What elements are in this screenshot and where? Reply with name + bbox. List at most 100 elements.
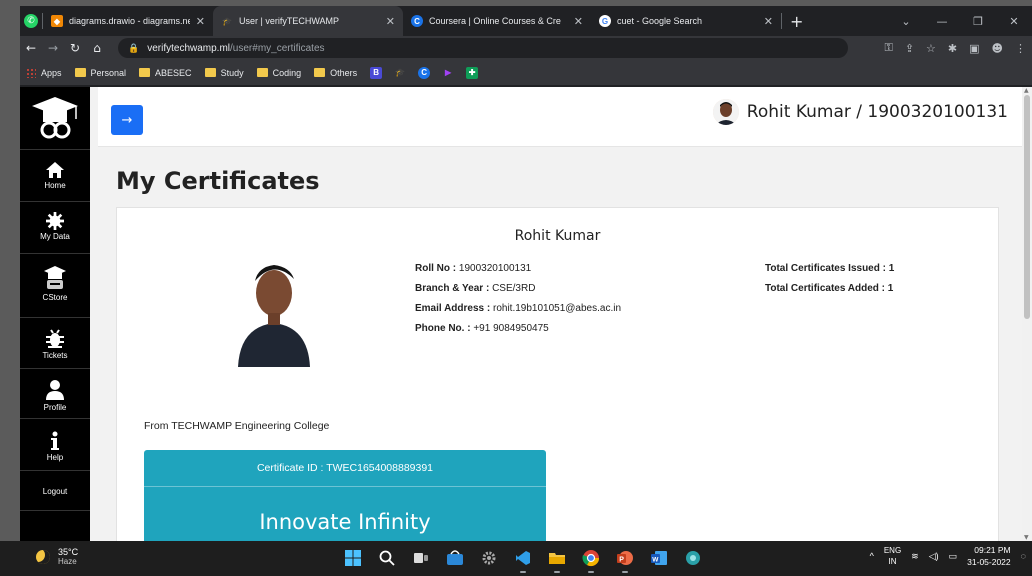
- task-view-button[interactable]: [410, 547, 432, 569]
- taskbar-explorer-app[interactable]: [546, 547, 568, 573]
- phone-row: Phone No. : +91 9084950475: [415, 319, 621, 339]
- extensions-icon[interactable]: ✱: [948, 42, 957, 55]
- close-icon[interactable]: ✕: [574, 15, 583, 28]
- taskbar-store-app[interactable]: [444, 547, 466, 569]
- pinned-tab-whatsapp[interactable]: ✆: [20, 6, 42, 36]
- bug-icon: [46, 329, 64, 348]
- chevron-up-icon[interactable]: ^: [870, 551, 874, 561]
- battery-icon[interactable]: ▭: [949, 551, 958, 562]
- certificate-divider: [144, 486, 546, 487]
- bookmark-apps[interactable]: Apps: [26, 67, 62, 78]
- taskbar-chrome-app[interactable]: [580, 547, 602, 573]
- browser-window: ✆ ◆ diagrams.drawio - diagrams.net ✕ 🎓 U…: [20, 6, 1032, 541]
- minimize-button[interactable]: —: [924, 15, 960, 28]
- tab-verifytechwamp[interactable]: 🎓 User | verifyTECHWAMP ✕: [213, 6, 403, 36]
- close-window-button[interactable]: ✕: [996, 15, 1032, 28]
- bookmark-folder-personal[interactable]: Personal: [74, 67, 127, 78]
- taskbar-word-app[interactable]: W: [648, 547, 670, 569]
- windows-icon: [345, 550, 361, 566]
- sidebar-item-cstore[interactable]: CStore: [20, 265, 90, 302]
- weather-widget[interactable]: 35°C Haze: [36, 547, 78, 566]
- close-icon[interactable]: ✕: [386, 15, 395, 28]
- user-label: Rohit Kumar / 1900320100131: [746, 102, 1008, 122]
- sidebar-item-label: Tickets: [42, 351, 68, 360]
- window-controls: ⌄ — ❐ ✕: [888, 6, 1032, 36]
- notifications-icon[interactable]: ◌: [1021, 551, 1026, 561]
- bookmark-folder-abesec[interactable]: ABESEC: [139, 68, 192, 78]
- sidebar-item-help[interactable]: Help: [20, 431, 90, 462]
- new-tab-button[interactable]: +: [790, 12, 803, 31]
- windows-taskbar: 35°C Haze P W ^ ENG IN ≋ ◁) ▭ 09:21 PM 3…: [0, 541, 1032, 576]
- user-menu[interactable]: Rohit Kumar / 1900320100131: [712, 99, 1008, 125]
- back-icon[interactable]: ←: [20, 41, 42, 55]
- scroll-down-icon[interactable]: ▼: [1024, 534, 1029, 541]
- college-label: From TECHWAMP Engineering College: [144, 420, 330, 432]
- bookmark-folder-others[interactable]: Others: [314, 68, 357, 78]
- restore-button[interactable]: ❐: [960, 15, 996, 28]
- profile-avatar-icon[interactable]: ☻: [992, 42, 1003, 55]
- taskbar-copilot-app[interactable]: [682, 547, 704, 569]
- home-browser-icon[interactable]: ⌂: [86, 41, 108, 55]
- share-icon[interactable]: ⇪: [905, 42, 914, 55]
- sidebar-divider: [20, 149, 90, 150]
- bookmark-folder-study[interactable]: Study: [204, 68, 244, 78]
- scrollbar-thumb[interactable]: [1024, 95, 1030, 319]
- folder-icon: [74, 68, 86, 77]
- page-scrollbar[interactable]: ▲ ▼: [1022, 87, 1032, 541]
- tab-title: cuet - Google Search: [617, 16, 703, 26]
- url-path: /user#my_certificates: [230, 42, 325, 54]
- bookmark-b-icon[interactable]: B: [370, 66, 383, 79]
- address-bar[interactable]: 🔒 verifytechwamp.ml /user#my_certificate…: [118, 38, 848, 58]
- tab-drawio[interactable]: ◆ diagrams.drawio - diagrams.net ✕: [43, 6, 213, 36]
- sidebar-divider: [20, 418, 90, 419]
- bookmark-cap-icon[interactable]: 🎓: [394, 67, 406, 79]
- drawio-icon: ◆: [51, 15, 63, 27]
- task-view-icon: [414, 553, 428, 563]
- sidebar-item-label: My Data: [40, 232, 70, 241]
- bookmark-coursera-icon[interactable]: C: [418, 66, 431, 79]
- sidebar-item-logout[interactable]: Logout: [20, 487, 90, 496]
- tab-coursera[interactable]: C Coursera | Online Courses & Cre ✕: [403, 6, 591, 36]
- reload-icon[interactable]: ↻: [64, 41, 86, 55]
- start-button[interactable]: [342, 547, 364, 569]
- sidebar-toggle-button[interactable]: →: [111, 105, 143, 135]
- sidepanel-icon[interactable]: ▣: [969, 42, 979, 55]
- taskbar-powerpoint-app[interactable]: P: [614, 547, 636, 573]
- star-icon[interactable]: ☆: [926, 42, 936, 55]
- bookmark-label: Personal: [90, 67, 127, 78]
- gear-icon: [46, 212, 64, 230]
- taskbar-search-button[interactable]: [376, 547, 398, 569]
- taskbar-settings-app[interactable]: [478, 547, 500, 569]
- clock[interactable]: 09:21 PM 31-05-2022: [967, 544, 1010, 568]
- issued-value: 1: [888, 263, 895, 274]
- forward-icon[interactable]: →: [42, 41, 64, 55]
- time: 09:21 PM: [974, 545, 1011, 555]
- svg-text:W: W: [652, 556, 659, 563]
- menu-icon[interactable]: ⋮: [1015, 42, 1026, 55]
- sidebar-item-my-data[interactable]: My Data: [20, 212, 90, 241]
- bookmark-play-icon[interactable]: ▶: [442, 67, 454, 79]
- svg-text:P: P: [619, 556, 624, 563]
- key-icon[interactable]: ⚿: [884, 41, 892, 55]
- added-value: 1: [887, 283, 894, 294]
- word-icon: W: [651, 551, 667, 565]
- close-icon[interactable]: ✕: [764, 15, 773, 28]
- avatar: [712, 99, 739, 125]
- sidebar-item-profile[interactable]: Profile: [20, 379, 90, 412]
- sidebar-item-home[interactable]: Home: [20, 161, 90, 190]
- taskbar-vscode-app[interactable]: [512, 547, 534, 573]
- volume-icon[interactable]: ◁): [929, 551, 939, 562]
- wifi-icon[interactable]: ≋: [911, 551, 919, 562]
- tab-title: User | verifyTECHWAMP: [239, 16, 340, 26]
- close-icon[interactable]: ✕: [196, 15, 205, 28]
- weather-condition: Haze: [58, 557, 77, 566]
- tab-search-icon[interactable]: ⌄: [888, 15, 924, 28]
- tab-google-search[interactable]: G cuet - Google Search ✕: [591, 6, 781, 36]
- bookmark-sheets-icon[interactable]: ✚: [466, 66, 479, 79]
- language-indicator[interactable]: ENG IN: [884, 545, 901, 567]
- taskbar-apps: P W: [342, 547, 704, 573]
- sidebar-item-tickets[interactable]: Tickets: [20, 329, 90, 360]
- certificate-card[interactable]: Certificate ID : TWEC1654008889391 Innov…: [144, 450, 546, 541]
- scroll-up-icon[interactable]: ▲: [1024, 87, 1029, 94]
- bookmark-folder-coding[interactable]: Coding: [256, 68, 301, 78]
